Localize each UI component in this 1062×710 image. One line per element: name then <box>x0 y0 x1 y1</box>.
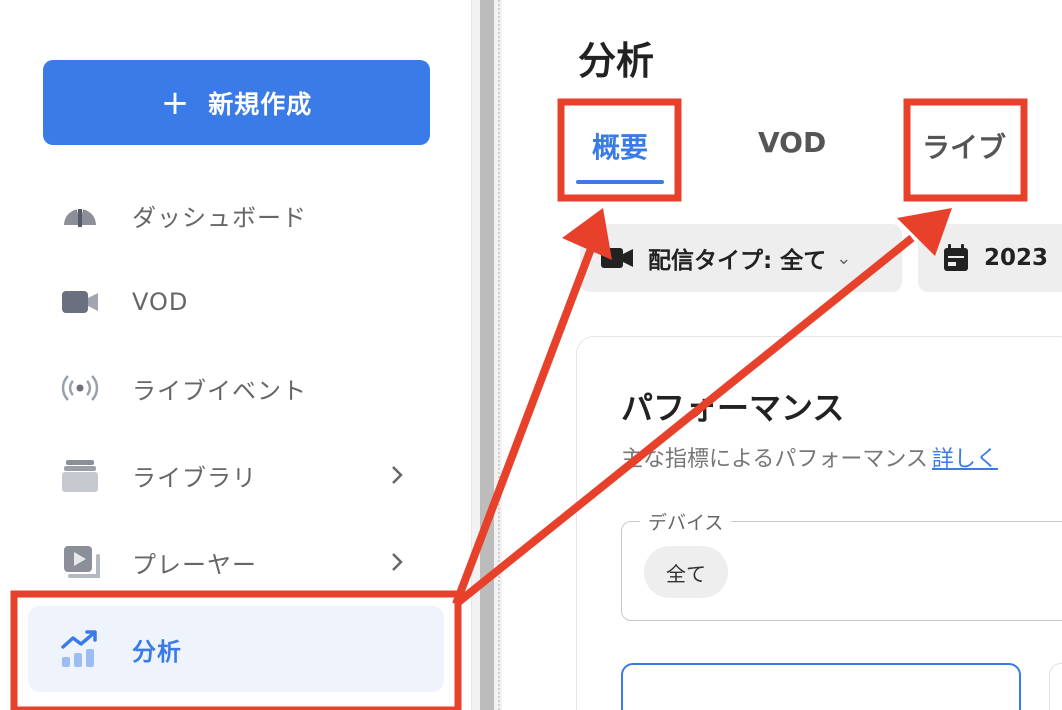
sidebar-item-analytics[interactable]: 分析 <box>28 606 444 692</box>
sidebar-item-vod[interactable]: VOD <box>28 259 444 345</box>
video-camera-icon <box>601 248 633 268</box>
library-icon <box>58 453 102 497</box>
video-camera-icon <box>58 280 102 324</box>
sidebar-item-library[interactable]: ライブラリ <box>28 432 444 518</box>
player-icon <box>58 540 102 584</box>
chevron-right-icon <box>392 553 403 571</box>
metric-card[interactable] <box>621 663 1021 710</box>
sidebar-item-dashboard[interactable]: ダッシュボード <box>28 172 444 258</box>
splitter-bar <box>480 0 494 710</box>
tab-vod[interactable]: VOD <box>758 126 826 159</box>
chevron-down-icon: ⌄ <box>836 247 852 269</box>
sidebar: + 新規作成 ダッシュボード VOD ライブイベント ライブラリ プレーヤー 分… <box>0 0 472 710</box>
sidebar-item-label: 分析 <box>132 637 182 666</box>
sidebar-item-label: ダッシュボード <box>132 203 307 232</box>
performance-subtitle: 主な指標によるパフォーマンス 詳しく <box>621 441 998 473</box>
performance-subtitle-text: 主な指標によるパフォーマンス <box>621 447 928 472</box>
tab-live[interactable]: ライブ <box>922 126 1006 166</box>
new-create-button[interactable]: + 新規作成 <box>43 60 430 145</box>
plus-icon: + <box>160 82 191 123</box>
main-content: 分析 概要 VOD ライブ 配信タイプ: 全て ⌄ 2023 パフォーマンス 主… <box>502 0 1062 710</box>
metric-card[interactable] <box>1049 663 1062 710</box>
splitter-guide <box>498 0 500 710</box>
chevron-right-icon <box>392 466 403 484</box>
sidebar-item-player[interactable]: プレーヤー <box>28 519 444 605</box>
sidebar-item-live-events[interactable]: ライブイベント <box>28 345 444 431</box>
page-title: 分析 <box>578 39 655 83</box>
delivery-type-label: 配信タイプ: 全て <box>648 248 827 274</box>
sidebar-item-label: ライブラリ <box>132 463 257 492</box>
sidebar-item-label: VOD <box>132 288 189 316</box>
new-create-label: 新規作成 <box>208 89 313 119</box>
calendar-icon <box>944 244 968 271</box>
device-filter-legend: デバイス <box>640 508 732 535</box>
performance-card: パフォーマンス 主な指標によるパフォーマンス 詳しく デバイス 全て <box>576 336 1062 710</box>
broadcast-icon <box>58 366 102 410</box>
tab-overview[interactable]: 概要 <box>592 126 648 166</box>
tab-active-indicator <box>576 180 664 184</box>
device-chip-all[interactable]: 全て <box>644 546 728 598</box>
gauge-icon <box>58 193 102 237</box>
date-filter[interactable]: 2023 <box>918 224 1062 292</box>
learn-more-link[interactable]: 詳しく <box>932 447 998 472</box>
sidebar-item-label: ライブイベント <box>132 376 307 405</box>
performance-title: パフォーマンス <box>621 389 845 427</box>
analytics-chart-icon <box>58 627 102 671</box>
sidebar-item-label: プレーヤー <box>132 550 257 579</box>
delivery-type-filter[interactable]: 配信タイプ: 全て ⌄ <box>580 224 902 292</box>
device-filter[interactable]: デバイス 全て <box>621 508 1062 621</box>
date-filter-label: 2023 <box>984 245 1049 271</box>
pane-splitter[interactable] <box>472 0 502 710</box>
